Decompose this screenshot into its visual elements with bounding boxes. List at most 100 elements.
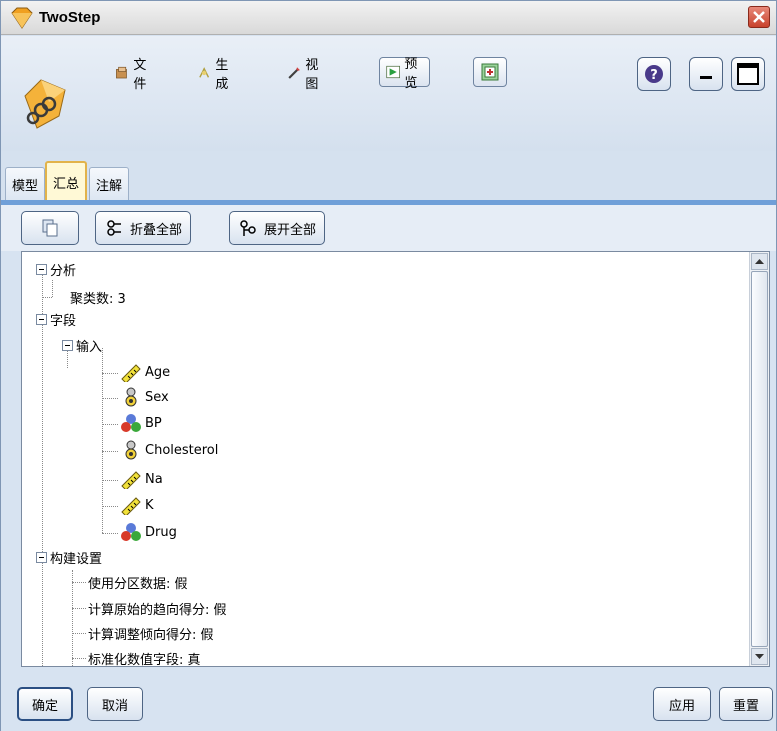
tree-node-label: 构建设置 bbox=[50, 552, 103, 567]
scroll-thumb[interactable] bbox=[751, 271, 768, 647]
tab-annotations-label: 注解 bbox=[96, 179, 123, 194]
flag-categorical-icon bbox=[125, 387, 137, 407]
view-menu[interactable]: 视图 bbox=[287, 58, 324, 92]
tree-node-label: 输入 bbox=[76, 340, 103, 355]
tree-leaf-setting: 标准化数值字段: 真 bbox=[88, 649, 201, 667]
continuous-ruler-icon bbox=[121, 497, 141, 515]
cancel-label: 取消 bbox=[101, 698, 128, 714]
tab-annotations[interactable]: 注解 bbox=[89, 167, 130, 201]
collapse-icon[interactable] bbox=[36, 552, 47, 563]
field-item-cholesterol[interactable]: Cholesterol bbox=[120, 440, 218, 460]
generate-menu[interactable]: 生成 bbox=[197, 58, 234, 92]
tab-summary-label: 汇总 bbox=[53, 176, 80, 192]
tree-leaf-cluster-count: 聚类数: 3 bbox=[70, 288, 126, 307]
maximize-icon bbox=[737, 63, 759, 85]
tree-leaf-setting: 计算原始的趋向得分: 假 bbox=[88, 599, 227, 618]
expand-all-label: 展开全部 bbox=[264, 222, 317, 238]
help-icon: ? bbox=[645, 65, 663, 83]
ok-label: 确定 bbox=[31, 698, 58, 714]
summary-toolbar: 折叠全部 展开全部 bbox=[1, 205, 776, 251]
tree-node-build-settings[interactable]: 构建设置 bbox=[36, 548, 102, 567]
tab-model[interactable]: 模型 bbox=[5, 167, 46, 201]
preview-icon bbox=[386, 65, 400, 79]
field-name: Sex bbox=[145, 389, 169, 405]
tree-leaf-setting: 使用分区数据: 假 bbox=[88, 573, 188, 592]
tree-node-fields[interactable]: 字段 bbox=[36, 310, 76, 329]
title-bar: TwoStep bbox=[1, 1, 776, 35]
scroll-down-button[interactable] bbox=[751, 648, 768, 665]
expand-all-icon bbox=[240, 220, 256, 236]
preview-button[interactable]: 预览 bbox=[379, 57, 431, 91]
apply-label: 应用 bbox=[668, 698, 695, 714]
copy-icon bbox=[42, 219, 58, 237]
add-to-stream-icon bbox=[481, 63, 499, 81]
header-panel: 文件 生成 视图 预览 ? bbox=[1, 36, 776, 151]
file-menu[interactable]: 文件 bbox=[115, 58, 152, 92]
tree-node-label: 分析 bbox=[50, 264, 77, 279]
continuous-ruler-icon bbox=[121, 471, 141, 489]
field-name: K bbox=[145, 497, 154, 513]
field-name: Age bbox=[145, 364, 171, 380]
window-title: TwoStep bbox=[39, 9, 101, 26]
file-icon bbox=[116, 66, 127, 79]
nugget-diamond-icon bbox=[11, 7, 33, 29]
tab-model-label: 模型 bbox=[12, 179, 39, 194]
help-button[interactable]: ? bbox=[637, 57, 671, 91]
field-name: Na bbox=[145, 471, 163, 487]
model-nugget-icon bbox=[24, 79, 66, 129]
tab-strip: 模型 汇总 注解 bbox=[1, 151, 776, 201]
field-item-drug[interactable]: Drug bbox=[120, 522, 177, 542]
scroll-up-button[interactable] bbox=[751, 253, 768, 270]
view-icon bbox=[288, 67, 300, 79]
close-button[interactable] bbox=[748, 6, 770, 28]
maximize-button[interactable] bbox=[731, 57, 765, 91]
flag-categorical-icon bbox=[125, 440, 137, 460]
scroll-up-icon bbox=[755, 259, 764, 264]
vertical-scrollbar[interactable] bbox=[749, 252, 769, 666]
reset-label: 重置 bbox=[732, 698, 759, 714]
field-item-age[interactable]: Age bbox=[120, 362, 170, 382]
tree-leaf-label: 标准化数值字段: 真 bbox=[88, 653, 201, 667]
field-item-bp[interactable]: BP bbox=[120, 413, 162, 433]
dialog-button-bar: 确定 取消 应用 重置 bbox=[1, 669, 776, 731]
apply-button[interactable]: 应用 bbox=[653, 687, 711, 721]
view-menu-label: 视图 bbox=[305, 58, 319, 92]
field-item-k[interactable]: K bbox=[120, 495, 154, 515]
tree-node-input[interactable]: 输入 bbox=[62, 336, 102, 355]
summary-tree: 分析 聚类数: 3 字段 输入 Age Sex BP Cholesterol N… bbox=[22, 252, 749, 666]
summary-tree-panel: 分析 聚类数: 3 字段 输入 Age Sex BP Cholesterol N… bbox=[21, 251, 770, 667]
cancel-button[interactable]: 取消 bbox=[87, 687, 143, 721]
collapse-all-button[interactable]: 折叠全部 bbox=[95, 211, 192, 245]
collapse-icon[interactable] bbox=[36, 264, 47, 275]
expand-all-button[interactable]: 展开全部 bbox=[229, 211, 326, 245]
twostep-window: TwoStep 文件 生成 视图 预览 ? 模型 汇总 注解 折叠全部 展开全部… bbox=[0, 0, 777, 731]
tab-summary[interactable]: 汇总 bbox=[45, 161, 88, 201]
generate-icon bbox=[199, 67, 210, 78]
field-item-na[interactable]: Na bbox=[120, 469, 163, 489]
reset-button[interactable]: 重置 bbox=[719, 687, 773, 721]
ok-button[interactable]: 确定 bbox=[17, 687, 73, 721]
preview-label: 预览 bbox=[404, 57, 418, 91]
add-to-stream-button[interactable] bbox=[473, 57, 507, 87]
tree-leaf-label: 聚类数: 3 bbox=[70, 292, 126, 307]
minimize-icon bbox=[700, 76, 712, 79]
nominal-balls-icon bbox=[121, 414, 141, 432]
svg-text:?: ? bbox=[650, 68, 658, 83]
file-menu-label: 文件 bbox=[133, 58, 147, 92]
generate-menu-label: 生成 bbox=[215, 58, 229, 92]
tree-node-analysis[interactable]: 分析 bbox=[36, 260, 76, 279]
tree-leaf-setting: 计算调整倾向得分: 假 bbox=[88, 624, 214, 643]
field-name: Drug bbox=[145, 524, 177, 540]
collapse-all-label: 折叠全部 bbox=[130, 222, 183, 238]
field-name: BP bbox=[145, 415, 162, 431]
minimize-button[interactable] bbox=[689, 57, 723, 91]
copy-button[interactable] bbox=[21, 211, 79, 245]
collapse-icon[interactable] bbox=[62, 340, 73, 351]
field-item-sex[interactable]: Sex bbox=[120, 387, 169, 407]
tree-leaf-label: 计算调整倾向得分: 假 bbox=[88, 628, 214, 643]
scroll-down-icon bbox=[755, 654, 764, 659]
tree-leaf-label: 计算原始的趋向得分: 假 bbox=[88, 603, 227, 618]
collapse-icon[interactable] bbox=[36, 314, 47, 325]
collapse-all-icon bbox=[107, 220, 121, 236]
tree-leaf-label: 使用分区数据: 假 bbox=[88, 577, 188, 592]
